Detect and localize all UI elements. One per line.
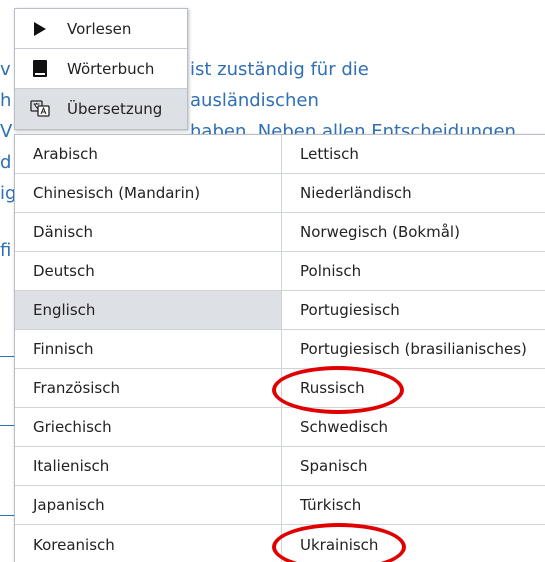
language-option[interactable]: Niederländisch: [281, 174, 545, 212]
play-icon: [29, 19, 51, 39]
language-row: Englisch Portugiesisch: [15, 291, 545, 330]
language-row: Arabisch Lettisch: [15, 135, 545, 174]
article-fragment: V: [0, 121, 13, 142]
book-icon: [29, 59, 51, 79]
language-option[interactable]: Norwegisch (Bokmål): [281, 213, 545, 251]
article-text-line: V: [0, 121, 12, 143]
language-option[interactable]: Türkisch: [281, 486, 545, 524]
menu-item-label: Wörterbuch: [67, 59, 155, 78]
language-row: Deutsch Polnisch: [15, 252, 545, 291]
language-row: Italienisch Spanisch: [15, 447, 545, 486]
language-option[interactable]: Portugiesisch (brasilianisches): [281, 330, 545, 368]
menu-item-label: Übersetzung: [67, 100, 163, 118]
language-option[interactable]: Deutsch: [15, 252, 281, 290]
menu-item-woerterbuch[interactable]: Wörterbuch: [15, 49, 187, 89]
page: v h V d ig fi ist zuständig für die ausl…: [0, 0, 545, 562]
context-menu: Vorlesen Wörterbuch Übersetzung: [14, 8, 188, 130]
article-text-line: h: [0, 90, 11, 112]
article-divider: [0, 425, 14, 426]
language-option-russisch[interactable]: Russisch: [281, 369, 545, 407]
language-row: Französisch Russisch: [15, 369, 545, 408]
article-divider: [0, 356, 14, 357]
language-row: Japanisch Türkisch: [15, 486, 545, 525]
menu-item-label: Vorlesen: [67, 19, 132, 38]
language-option[interactable]: Chinesisch (Mandarin): [15, 174, 281, 212]
menu-item-vorlesen[interactable]: Vorlesen: [15, 9, 187, 49]
article-fragment: v: [0, 59, 11, 80]
language-row: Finnisch Portugiesisch (brasilianisches): [15, 330, 545, 369]
language-option[interactable]: Lettisch: [281, 135, 545, 173]
language-option-ukrainisch[interactable]: Ukrainisch: [281, 525, 545, 562]
language-option[interactable]: Finnisch: [15, 330, 281, 368]
language-row: Dänisch Norwegisch (Bokmål): [15, 213, 545, 252]
article-fragment: fi: [0, 240, 12, 261]
language-option[interactable]: Arabisch: [15, 135, 281, 173]
language-option[interactable]: Griechisch: [15, 408, 281, 446]
language-option[interactable]: Schwedisch: [281, 408, 545, 446]
language-option[interactable]: Spanisch: [281, 447, 545, 485]
article-fragment: d: [0, 152, 12, 173]
language-option-highlighted[interactable]: Englisch: [15, 291, 281, 329]
article-text-line: d: [0, 152, 11, 174]
article-text-fragment: haben. Neben allen Entscheidungen: [190, 121, 516, 134]
language-option[interactable]: Dänisch: [15, 213, 281, 251]
language-row: Chinesisch (Mandarin) Niederländisch: [15, 174, 545, 213]
language-option[interactable]: Portugiesisch: [281, 291, 545, 329]
language-option[interactable]: Polnisch: [281, 252, 545, 290]
translate-icon: [29, 99, 51, 119]
article-text-line: v: [0, 59, 11, 81]
language-row: Koreanisch Ukrainisch: [15, 525, 545, 562]
article-fragment: h: [0, 90, 12, 111]
language-option[interactable]: Französisch: [15, 369, 281, 407]
language-row: Griechisch Schwedisch: [15, 408, 545, 447]
language-option[interactable]: Italienisch: [15, 447, 281, 485]
language-option[interactable]: Koreanisch: [15, 525, 281, 562]
article-text-fragment: ausländischen: [190, 90, 319, 111]
language-option[interactable]: Japanisch: [15, 486, 281, 524]
article-divider: [0, 515, 14, 516]
language-submenu: Arabisch Lettisch Chinesisch (Mandarin) …: [14, 134, 545, 562]
article-text-line: fi: [0, 240, 11, 262]
menu-item-uebersetzung[interactable]: Übersetzung: [15, 89, 187, 129]
article-text-fragment: ist zuständig für die: [190, 59, 369, 80]
